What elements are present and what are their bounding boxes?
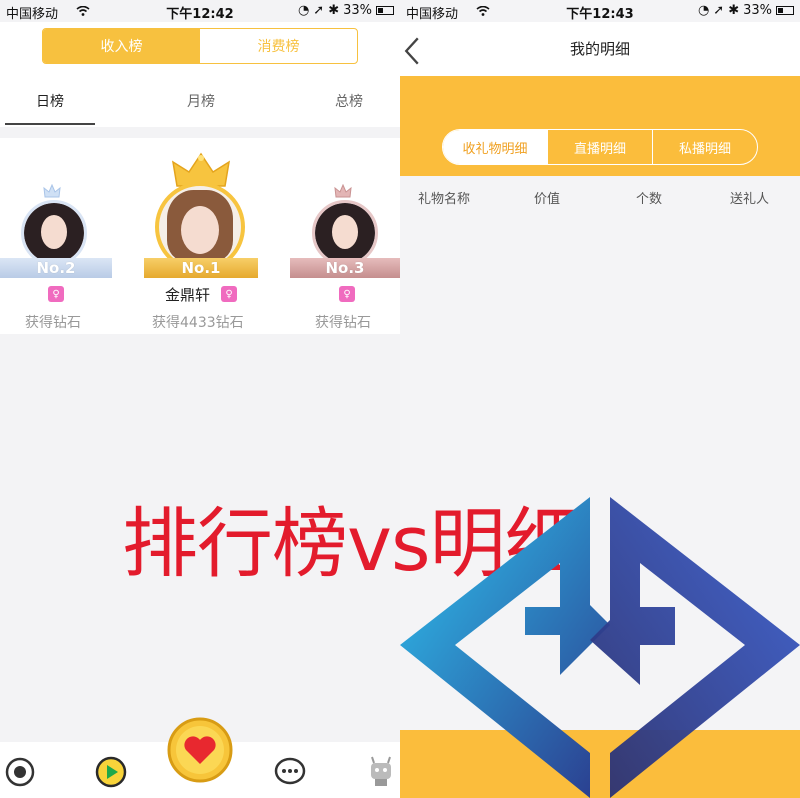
bluetooth-icon: ✱: [328, 3, 340, 18]
gender-badge-icon: ♀: [339, 286, 355, 302]
tab-total[interactable]: 总榜: [335, 91, 363, 111]
user-name: 金鼎轩: [165, 286, 211, 304]
lock-rotation-icon: ◔: [697, 3, 710, 18]
location-icon: ➚: [713, 3, 725, 18]
gender-badge-icon: ♀: [221, 286, 237, 302]
tab-gift-detail[interactable]: 收礼物明细: [443, 130, 547, 164]
tab-live-detail[interactable]: 直播明细: [547, 130, 652, 164]
rank-desc: 获得钻石: [315, 315, 371, 331]
play-icon[interactable]: [94, 755, 128, 789]
spend-ranking-tab[interactable]: 消费榜: [200, 29, 357, 63]
active-tab-indicator: [5, 123, 95, 125]
leaderboard-screen: 中国移动 下午12:42 ◔ ➚ ✱ 33% 收入榜 消费榜 日榜 月榜 总榜: [0, 0, 400, 798]
period-tabs: 日榜 月榜 总榜: [0, 75, 400, 127]
profile-robot-icon[interactable]: [366, 754, 396, 788]
lock-rotation-icon: ◔: [297, 3, 310, 18]
nav-bar: 我的明细: [400, 22, 800, 76]
rank-ribbon: No.2: [0, 258, 112, 278]
bluetooth-icon: ✱: [728, 3, 740, 18]
ranking-type-segment: 收入榜 消费榜: [42, 28, 358, 64]
chat-icon[interactable]: [273, 756, 307, 788]
rank-desc: 获得4433钻石: [152, 315, 244, 331]
status-bar: 中国移动 下午12:42 ◔ ➚ ✱ 33%: [0, 0, 400, 22]
tab-month[interactable]: 月榜: [187, 91, 215, 111]
heart-button-icon[interactable]: [166, 716, 234, 784]
battery-icon: [376, 6, 394, 15]
status-right: ◔ ➚ ✱ 33%: [698, 3, 794, 18]
detail-type-segment: 收礼物明细 直播明细 私播明细: [442, 129, 758, 165]
battery-percent: 33%: [743, 3, 772, 18]
small-crown-icon: [334, 184, 352, 198]
tab-private-detail[interactable]: 私播明细: [652, 130, 757, 164]
tab-day[interactable]: 日榜: [36, 91, 64, 111]
table-header: 礼物名称 价值 个数 送礼人: [400, 176, 800, 216]
avatar: [312, 200, 378, 266]
column-value: 价值: [534, 192, 561, 207]
status-bar: 中国移动 下午12:43 ◔ ➚ ✱ 33%: [400, 0, 800, 22]
small-crown-icon: [43, 184, 61, 198]
gender-badge-icon: ♀: [48, 286, 64, 302]
swap-arrows-logo-icon: [400, 497, 800, 798]
detail-header-band: 收礼物明细 直播明细 私播明细: [400, 76, 800, 176]
status-right: ◔ ➚ ✱ 33%: [298, 3, 394, 18]
battery-icon: [776, 6, 794, 15]
rank-desc: 获得钻石: [25, 315, 81, 331]
income-ranking-tab[interactable]: 收入榜: [43, 29, 200, 63]
camera-icon[interactable]: [4, 756, 36, 788]
location-icon: ➚: [313, 3, 325, 18]
rank-ribbon: No.1: [144, 258, 258, 278]
column-sender: 送礼人: [730, 192, 770, 207]
avatar: [21, 200, 87, 266]
column-count: 个数: [636, 192, 663, 207]
rank-ribbon: No.3: [290, 258, 400, 278]
page-title: 我的明细: [569, 40, 630, 58]
column-gift-name: 礼物名称: [418, 192, 471, 207]
battery-percent: 33%: [343, 3, 372, 18]
podium: No.2 ♀ 获得钻石 No.1 金鼎轩 ♀ 获得4433钻石 No.3 ♀ 获…: [0, 138, 400, 334]
